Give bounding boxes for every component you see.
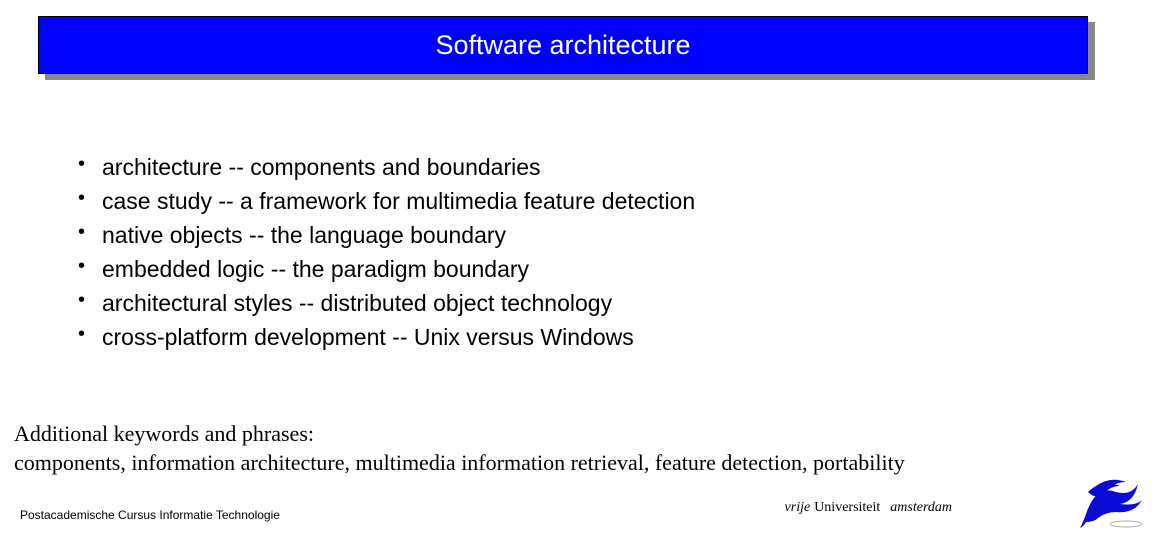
footer-left: Postacademische Cursus Informatie Techno… <box>20 508 280 522</box>
list-item: embedded logic -- the paradigm boundary <box>72 252 695 286</box>
additional-heading: Additional keywords and phrases: <box>14 420 1054 449</box>
footer-right-vrije: vrije <box>785 500 811 515</box>
list-item: architectural styles -- distributed obje… <box>72 286 695 320</box>
slide-title: Software architecture <box>435 30 690 61</box>
footer-right: vrijeUniversiteit amsterdam <box>785 500 952 516</box>
title-bar: Software architecture <box>38 16 1088 74</box>
list-item: architecture -- components and boundarie… <box>72 150 695 184</box>
griffin-logo-icon <box>1076 474 1146 530</box>
list-item: cross-platform development -- Unix versu… <box>72 320 695 354</box>
additional-text: components, information architecture, mu… <box>14 449 1054 478</box>
additional-block: Additional keywords and phrases: compone… <box>14 420 1054 477</box>
list-item: native objects -- the language boundary <box>72 218 695 252</box>
list-item: case study -- a framework for multimedia… <box>72 184 695 218</box>
bullet-list: architecture -- components and boundarie… <box>72 150 695 354</box>
footer-right-universiteit: Universiteit <box>814 500 880 515</box>
footer-right-amsterdam: amsterdam <box>890 500 952 515</box>
